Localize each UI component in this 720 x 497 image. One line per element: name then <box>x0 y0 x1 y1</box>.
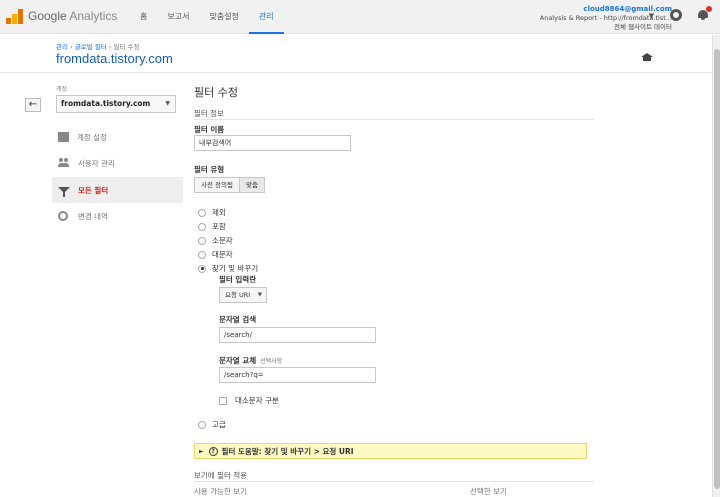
google-analytics-logo[interactable]: Google Analytics <box>6 8 117 24</box>
radio-button[interactable] <box>198 236 206 245</box>
sidebar-item-label: 사용자 관리 <box>78 158 115 168</box>
filter-help-text: 필터 도움말: 찾기 및 바꾸기 > 요청 URI <box>221 446 354 456</box>
sidebar: ← 계정 fromdata.tistory.com ▼ 계정 설정 사용자 관리… <box>0 74 183 497</box>
sidebar-item-user-management[interactable]: 사용자 관리 <box>52 150 183 176</box>
history-icon <box>58 211 70 221</box>
filter-field-label: 필터 입력란 <box>219 275 257 284</box>
breadcrumb-current: 필터 수정 <box>113 43 140 51</box>
case-sensitive-label: 대소문자 구분 <box>235 396 279 405</box>
nav-admin[interactable]: 관리 <box>248 0 284 34</box>
radio-uppercase[interactable]: 대문자 <box>198 249 233 260</box>
radio-advanced[interactable]: 고급 <box>198 419 226 430</box>
radio-label: 찾기 및 바꾸기 <box>212 264 259 273</box>
chevron-down-icon: ▼ <box>257 292 262 298</box>
notification-bell-icon[interactable] <box>698 6 712 20</box>
filter-type-label: 필터 유형 <box>194 165 225 174</box>
account-dropdown[interactable]: fromdata.tistory.com ▼ <box>56 95 176 113</box>
filter-field-value: 요청 URI <box>225 291 251 299</box>
gear-icon[interactable] <box>670 9 682 21</box>
replace-string-input[interactable]: /search?q= <box>219 367 376 383</box>
case-sensitive-option[interactable]: 대소문자 구분 <box>219 395 279 406</box>
sidebar-item-label: 계정 설정 <box>77 132 107 142</box>
filter-name-label: 필터 이름 <box>194 125 225 134</box>
sidebar-item-label: 모든 필터 <box>78 185 109 195</box>
radio-button[interactable] <box>198 222 206 231</box>
radio-button[interactable] <box>198 420 206 429</box>
sidebar-item-change-history[interactable]: 변경 내역 <box>52 203 183 229</box>
page-header: 관리 › 글로벌 필터 › 필터 수정 fromdata.tistory.com <box>0 35 712 73</box>
radio-include[interactable]: 포함 <box>198 221 226 232</box>
breadcrumb: 관리 › 글로벌 필터 › 필터 수정 <box>56 43 140 51</box>
edit-filter-title: 필터 수정 <box>194 86 238 99</box>
breadcrumb-global-filter[interactable]: 글로벌 필터 <box>75 43 107 51</box>
filter-type-predefined-button[interactable]: 사전 정의됨 <box>195 178 239 192</box>
page-title: fromdata.tistory.com <box>56 51 173 66</box>
account-view: 전체 웹사이트 데이터 <box>614 23 672 31</box>
main-nav: 홈 보고서 맞춤설정 관리 <box>130 0 284 34</box>
analytics-logo-icon <box>6 8 24 24</box>
search-string-input[interactable]: /search/ <box>219 327 376 343</box>
radio-label: 제외 <box>212 208 226 217</box>
sidebar-item-all-filters[interactable]: 모든 필터 <box>52 177 183 203</box>
selected-views-label: 선택한 보기 <box>470 487 507 496</box>
page-scrollbar[interactable] <box>712 35 720 497</box>
account-dropdown-value: fromdata.tistory.com <box>61 99 151 108</box>
radio-label: 대문자 <box>212 250 233 259</box>
available-views-label: 사용 가능한 보기 <box>194 487 248 496</box>
account-chevron-down-icon[interactable]: ▼ <box>649 12 654 20</box>
replace-string-label-text: 문자열 교체 <box>219 356 257 365</box>
back-arrow-icon[interactable]: ← <box>25 98 41 112</box>
radio-lowercase[interactable]: 소문자 <box>198 235 233 246</box>
users-icon <box>58 158 70 168</box>
top-bar: Google Analytics 홈 보고서 맞춤설정 관리 cloud8864… <box>0 0 720 34</box>
search-string-label: 문자열 검색 <box>219 315 257 324</box>
replace-string-label: 문자열 교체 선택사항 <box>219 355 282 366</box>
divider <box>194 481 594 482</box>
filter-help-bar[interactable]: ► ? 필터 도움말: 찾기 및 바꾸기 > 요청 URI <box>194 443 587 459</box>
building-icon <box>58 132 69 142</box>
sidebar-item-label: 변경 내역 <box>78 211 108 221</box>
radio-search-and-replace[interactable]: 찾기 및 바꾸기 <box>198 263 258 274</box>
filter-type-custom-button[interactable]: 맞춤 <box>238 178 264 192</box>
nav-home[interactable]: 홈 <box>130 0 157 34</box>
triangle-right-icon: ► <box>199 447 204 455</box>
chevron-down-icon: ▼ <box>165 100 170 107</box>
account-label: 계정 <box>56 86 68 93</box>
help-question-icon: ? <box>208 446 218 456</box>
graduation-cap-icon[interactable] <box>641 53 653 61</box>
radio-label: 포함 <box>212 222 226 231</box>
radio-button[interactable] <box>198 264 206 273</box>
radio-exclude[interactable]: 제외 <box>198 207 226 218</box>
radio-label: 고급 <box>212 420 226 429</box>
divider <box>194 119 594 120</box>
nav-customization[interactable]: 맞춤설정 <box>199 0 248 34</box>
filter-type-toggle: 사전 정의됨 맞춤 <box>194 177 265 193</box>
filter-field-dropdown[interactable]: 요청 URI ▼ <box>219 287 267 303</box>
sidebar-item-account-settings[interactable]: 계정 설정 <box>52 124 183 150</box>
filter-info-heading: 필터 정보 <box>194 109 224 118</box>
filter-icon <box>58 185 70 197</box>
logo-text: Google Analytics <box>28 9 118 23</box>
radio-label: 소문자 <box>212 236 233 245</box>
apply-filter-heading: 보기에 필터 적용 <box>194 471 248 480</box>
scrollbar-thumb[interactable] <box>714 49 720 489</box>
optional-hint: 선택사항 <box>260 358 283 365</box>
case-sensitive-checkbox[interactable] <box>219 396 227 405</box>
radio-button[interactable] <box>198 250 206 259</box>
filter-name-input[interactable]: 내부검색어 <box>194 135 351 151</box>
breadcrumb-admin[interactable]: 관리 <box>56 43 68 51</box>
radio-button[interactable] <box>198 208 206 217</box>
nav-reports[interactable]: 보고서 <box>157 0 199 34</box>
